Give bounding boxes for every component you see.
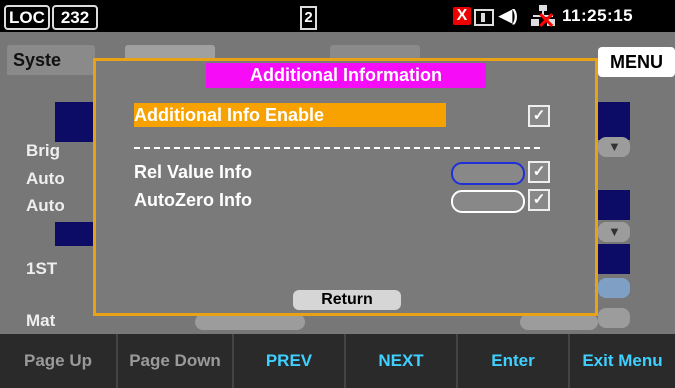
bg-section-bar (598, 190, 630, 220)
rel-value-info-checkbox[interactable]: ✓ (528, 161, 550, 183)
address-indicator: 232 (52, 5, 98, 30)
autozero-info-label: AutoZero Info (134, 190, 252, 210)
bg-section-bar (598, 102, 630, 140)
softkey-enter[interactable]: Enter (458, 334, 570, 388)
menu-tab[interactable]: MENU (598, 47, 675, 77)
bg-section-bar (55, 222, 95, 246)
softkey-prev[interactable]: PREV (234, 334, 346, 388)
bg-dropdown[interactable] (195, 314, 305, 330)
memory-icon (474, 9, 494, 26)
bg-dropdown-highlighted[interactable] (598, 278, 630, 298)
softkey-bar: Page Up Page Down PREV NEXT Enter Exit M… (0, 334, 675, 388)
status-bar: LOC 232 2 X ◀) ✕ 11:25:15 (0, 0, 675, 32)
error-x-icon: X (453, 7, 471, 25)
additional-info-enable-checkbox[interactable]: ✓ (528, 105, 550, 127)
tab-system-label: Syste (13, 50, 62, 70)
bg-section-bar (55, 102, 95, 142)
chevron-down-icon: ▼ (608, 224, 621, 239)
rel-value-info-selector[interactable] (451, 162, 525, 185)
bg-label: Auto (26, 169, 65, 188)
page-indicator: 2 (300, 6, 317, 30)
additional-info-enable-row[interactable]: Additional Info Enable (134, 103, 446, 127)
autozero-info-checkbox[interactable]: ✓ (528, 189, 550, 211)
bg-dropdown[interactable] (598, 308, 630, 328)
softkey-next[interactable]: NEXT (346, 334, 458, 388)
bg-label: Auto (26, 196, 65, 215)
additional-info-enable-label: Additional Info Enable (134, 105, 324, 125)
bg-label: 1ST (26, 259, 58, 278)
tab-system[interactable]: Syste (7, 45, 95, 75)
bg-label: Brig (26, 141, 60, 160)
speaker-icon: ◀) (499, 6, 518, 25)
clock: 11:25:15 (562, 6, 634, 25)
additional-information-dialog: Additional Information Additional Info E… (93, 58, 598, 316)
softkey-page-down[interactable]: Page Down (118, 334, 234, 388)
softkey-page-up[interactable]: Page Up (0, 334, 118, 388)
bg-dropdown[interactable] (520, 314, 598, 330)
bg-label: Mat (26, 311, 56, 330)
rel-value-info-label: Rel Value Info (134, 162, 253, 182)
softkey-exit-menu[interactable]: Exit Menu (570, 334, 675, 388)
bg-dropdown[interactable]: ▼ (598, 137, 630, 157)
lan-disconnected-icon: ✕ (531, 5, 555, 32)
bg-section-bar (598, 244, 630, 274)
divider (134, 147, 540, 149)
bg-dropdown[interactable]: ▼ (598, 222, 630, 242)
autozero-info-selector[interactable] (451, 190, 525, 213)
chevron-down-icon: ▼ (608, 139, 621, 154)
return-button[interactable]: Return (293, 290, 401, 310)
dialog-title: Additional Information (206, 63, 486, 88)
local-mode-indicator: LOC (4, 5, 50, 30)
